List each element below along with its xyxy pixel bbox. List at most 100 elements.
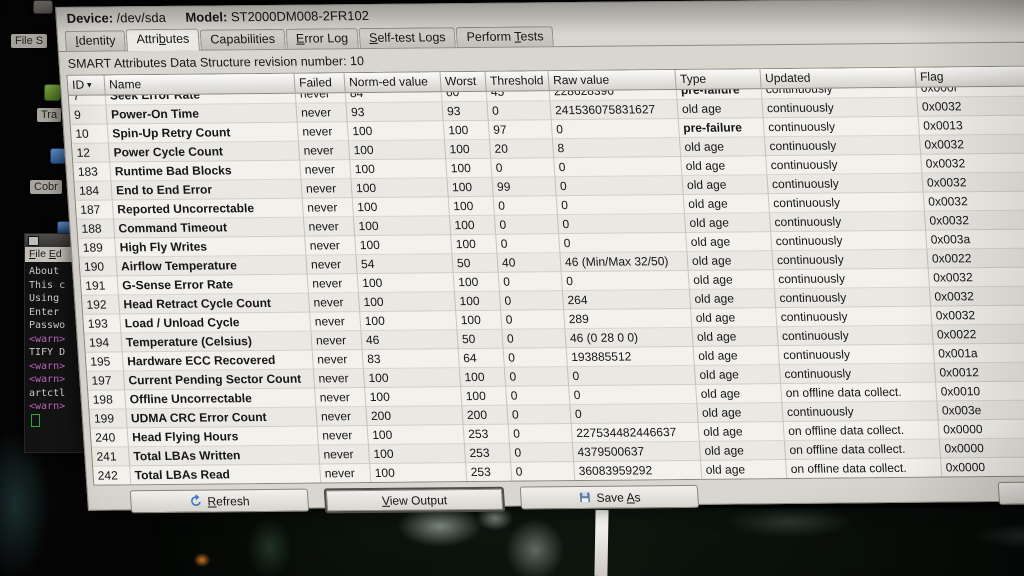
smart-attributes-window: Device: /dev/sda Model: ST2000DM008-2FR1… xyxy=(55,0,1024,514)
attributes-tab-page: SMART Attributes Data Structure revision… xyxy=(59,42,1024,514)
tab-capabilities[interactable]: Capabilities xyxy=(199,28,286,50)
cell-name: Power Cycle Count xyxy=(108,141,301,163)
column-header-name[interactable]: Name xyxy=(104,73,296,96)
cell-raw-value: 0 xyxy=(551,119,680,140)
cell-normed-value: 100 xyxy=(352,197,450,218)
cell-id: 188 xyxy=(76,219,116,239)
model-label: Model: xyxy=(184,9,228,25)
cell-flag: 0x0010 xyxy=(936,381,1024,402)
tab-self-test-logs[interactable]: Self-test Logs xyxy=(358,27,457,49)
cell-updated: continuously xyxy=(768,192,925,214)
sort-desc-icon: ▾ xyxy=(86,79,92,90)
cell-id: 240 xyxy=(90,428,129,448)
tab-attributes[interactable]: Attributes xyxy=(125,28,201,52)
cell-raw-value: 227534482446637 xyxy=(571,422,700,444)
cell-flag: 0x0032 xyxy=(924,210,1024,231)
desktop-icon-label-cobr[interactable]: Cobr xyxy=(30,180,62,194)
cell-raw-value: 4379500637 xyxy=(572,441,702,463)
cell-updated: continuously xyxy=(778,344,935,366)
cell-threshold: 97 xyxy=(488,120,553,140)
cell-updated: continuously xyxy=(766,154,923,176)
tab-perform-tests[interactable]: Perform Tests xyxy=(455,26,555,48)
cell-name: Spin-Up Retry Count xyxy=(107,122,299,144)
cell-threshold: 0 xyxy=(509,443,575,463)
partial-button[interactable] xyxy=(997,480,1024,505)
desktop-icon-label-files[interactable]: File S xyxy=(11,34,48,48)
cell-failed: never xyxy=(317,426,369,446)
cell-failed: never xyxy=(311,331,363,351)
cell-failed: never xyxy=(308,293,361,313)
cell-threshold: 0 xyxy=(491,158,556,178)
terminal-icon xyxy=(28,235,39,246)
cell-name: Load / Unload Cycle xyxy=(120,312,312,334)
cell-updated: on offline data collect. xyxy=(783,420,940,442)
cell-type: old age xyxy=(693,346,780,366)
tab-identity[interactable]: Identity xyxy=(64,30,127,51)
column-header-normed-value[interactable]: Norm-ed value xyxy=(344,72,442,94)
cell-name: Temperature (Celsius) xyxy=(121,331,313,353)
column-header-id[interactable]: ID ▾ xyxy=(67,75,106,96)
cell-raw-value: 0 xyxy=(570,403,699,425)
cell-flag: 0x0000 xyxy=(938,419,1024,440)
view-output-button[interactable]: View Output xyxy=(323,486,506,514)
cell-type: old age xyxy=(699,441,787,461)
cell-updated: continuously xyxy=(763,116,920,138)
cell-raw-value: 0 xyxy=(569,384,698,406)
desktop-icon-top[interactable] xyxy=(33,0,53,14)
cell-threshold: 0 xyxy=(496,234,561,254)
cell-updated: continuously xyxy=(764,135,922,157)
cell-threshold: 0 xyxy=(487,101,552,121)
column-header-worst[interactable]: Worst xyxy=(440,71,487,93)
cell-name: Command Timeout xyxy=(113,217,306,239)
cell-raw-value: 0 xyxy=(567,365,697,387)
desktop-icon-green[interactable] xyxy=(44,84,61,101)
cell-updated: continuously xyxy=(771,230,928,252)
refresh-button[interactable]: Refresh xyxy=(129,488,310,514)
cell-raw-value: 36083959292 xyxy=(574,460,703,482)
cell-raw-value: 0 xyxy=(554,156,683,178)
cell-worst: 253 xyxy=(464,443,512,464)
cell-normed-value: 100 xyxy=(358,292,457,313)
cell-worst: 100 xyxy=(453,272,500,293)
cell-normed-value: 100 xyxy=(365,387,463,408)
cell-worst: 253 xyxy=(463,424,510,445)
column-header-failed[interactable]: Failed xyxy=(294,73,346,94)
cell-threshold: 0 xyxy=(504,367,570,387)
cell-threshold: 0 xyxy=(506,386,571,406)
cell-worst: 64 xyxy=(458,348,505,369)
cell-name: Reported Uncorrectable xyxy=(112,198,304,220)
cell-raw-value: 289 xyxy=(564,308,693,330)
cell-id: 193 xyxy=(83,314,122,334)
cell-updated: continuously xyxy=(762,97,919,119)
cell-type: old age xyxy=(689,289,777,309)
cell-threshold: 0 xyxy=(503,348,568,368)
column-header-type[interactable]: Type xyxy=(675,69,762,91)
cell-updated: on offline data collect. xyxy=(781,382,938,404)
table-body[interactable]: 7 Seek Error Rate never 84 60 45 228628390 pre-… xyxy=(68,86,1024,485)
cell-failed: never xyxy=(298,141,351,161)
save-icon xyxy=(579,492,591,503)
cell-worst: 93 xyxy=(442,101,489,122)
column-header-raw-value[interactable]: Raw value xyxy=(548,70,677,92)
cell-threshold: 0 xyxy=(494,215,560,235)
cell-type: old age xyxy=(691,308,778,328)
cell-id: 190 xyxy=(79,257,118,277)
cell-raw-value: 0 xyxy=(556,194,685,216)
cell-flag: 0x003a xyxy=(926,229,1024,250)
cell-worst: 100 xyxy=(448,196,495,217)
save-as-button[interactable]: Save As xyxy=(519,484,700,510)
column-header-threshold[interactable]: Threshold xyxy=(485,71,550,92)
cell-failed: never xyxy=(313,369,366,389)
cell-name: Airflow Temperature xyxy=(116,255,308,277)
cell-type: old age xyxy=(679,137,767,157)
cell-normed-value: 100 xyxy=(363,368,462,389)
column-header-flag[interactable]: Flag xyxy=(915,66,1024,88)
tab-error-log[interactable]: Error Log xyxy=(285,28,359,49)
cell-threshold: 0 xyxy=(502,329,567,349)
column-header-updated[interactable]: Updated xyxy=(760,67,917,90)
cell-worst: 100 xyxy=(443,120,490,141)
cell-failed: never xyxy=(301,179,353,199)
cell-flag: 0x0032 xyxy=(931,305,1024,326)
cell-normed-value: 200 xyxy=(366,406,464,427)
desktop-icon-label-tra[interactable]: Tra xyxy=(37,108,62,122)
